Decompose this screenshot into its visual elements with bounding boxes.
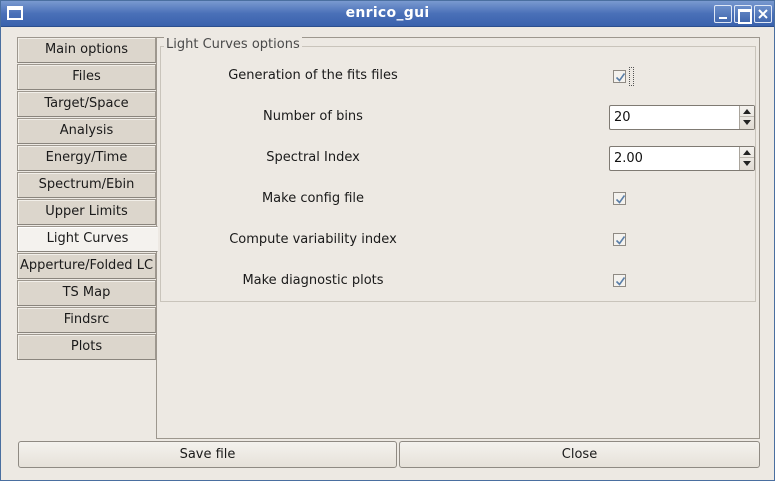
tab-apperture-folded-lc[interactable]: Apperture/Folded LC: [17, 253, 156, 279]
save-file-button[interactable]: Save file: [18, 441, 397, 468]
minimize-button[interactable]: [714, 5, 732, 23]
spinbox-arrows: [739, 106, 754, 129]
focus-indicator: [629, 67, 634, 86]
close-icon: [758, 9, 768, 19]
number-of-bins-spinbox[interactable]: 20: [609, 105, 755, 130]
variability-index-label: Compute variability index: [229, 232, 397, 247]
app-window: enrico_gui Main options Files Target/Spa…: [0, 0, 775, 481]
check-icon: [615, 73, 626, 82]
tab-main-options[interactable]: Main options: [17, 37, 156, 63]
make-config-label: Make config file: [261, 191, 365, 206]
number-of-bins-label: Number of bins: [263, 109, 363, 124]
title-bar[interactable]: enrico_gui: [1, 1, 774, 27]
check-icon: [615, 236, 626, 245]
close-window-button[interactable]: [754, 5, 772, 23]
tab-energy-time[interactable]: Energy/Time: [17, 145, 156, 171]
increment-arrow-icon[interactable]: [740, 147, 754, 158]
spectral-index-spinbox[interactable]: 2.00: [609, 146, 755, 171]
fits-generation-label: Generation of the fits files: [228, 68, 398, 83]
increment-arrow-icon[interactable]: [740, 106, 754, 117]
diagnostic-plots-checkbox[interactable]: [613, 274, 626, 287]
spinbox-arrows: [739, 147, 754, 170]
tab-content-pane: Light Curves options Generation of the f…: [156, 37, 760, 439]
window-title: enrico_gui: [345, 5, 430, 21]
number-of-bins-value: 20: [614, 110, 631, 125]
check-icon: [615, 277, 626, 286]
maximize-button[interactable]: [734, 5, 752, 24]
tab-files[interactable]: Files: [17, 64, 156, 90]
tab-target-space[interactable]: Target/Space: [17, 91, 156, 117]
variability-index-checkbox[interactable]: [613, 233, 626, 246]
fits-generation-checkbox[interactable]: [613, 70, 626, 83]
tab-spectrum-ebin[interactable]: Spectrum/Ebin: [17, 172, 156, 198]
spectral-index-label: Spectral Index: [266, 150, 360, 165]
tab-analysis[interactable]: Analysis: [17, 118, 156, 144]
tab-light-curves[interactable]: Light Curves: [17, 226, 158, 252]
check-icon: [615, 195, 626, 204]
make-config-checkbox[interactable]: [613, 192, 626, 205]
decrement-arrow-icon[interactable]: [740, 158, 754, 169]
tab-upper-limits[interactable]: Upper Limits: [17, 199, 156, 225]
decrement-arrow-icon[interactable]: [740, 117, 754, 128]
tab-plots[interactable]: Plots: [17, 334, 156, 360]
close-button[interactable]: Close: [399, 441, 760, 468]
diagnostic-plots-label: Make diagnostic plots: [242, 273, 384, 288]
tab-findsrc[interactable]: Findsrc: [17, 307, 156, 333]
spectral-index-value: 2.00: [614, 151, 643, 166]
tab-ts-map[interactable]: TS Map: [17, 280, 156, 306]
options-group: Light Curves options Generation of the f…: [160, 37, 756, 302]
group-title: Light Curves options: [164, 37, 302, 52]
